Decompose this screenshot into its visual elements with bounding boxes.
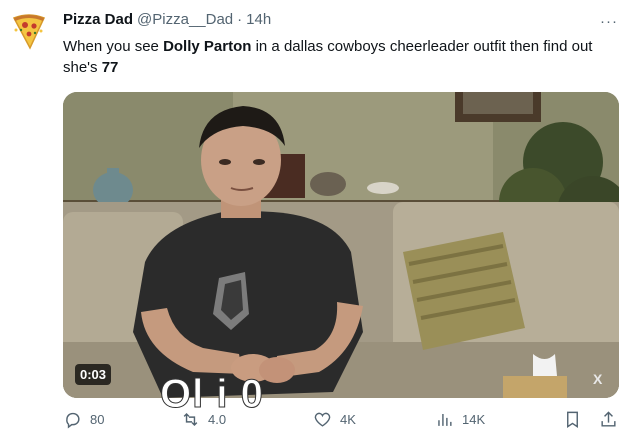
- video-frame: X: [63, 92, 619, 398]
- bookmark-icon: [567, 411, 578, 428]
- author-name[interactable]: Pizza Dad: [63, 11, 133, 28]
- views-count: 14K: [462, 412, 486, 427]
- share-icon: [601, 411, 616, 427]
- author-handle[interactable]: @Pizza__Dad: [137, 11, 233, 28]
- video-player[interactable]: X: [63, 92, 619, 398]
- svg-text:X: X: [593, 371, 603, 387]
- retweet-icon: [183, 412, 198, 427]
- reply-count: 80: [90, 412, 105, 427]
- tweet-text-bold: Dolly Parton: [163, 38, 252, 55]
- avatar[interactable]: [8, 10, 50, 52]
- more-icon: ···: [600, 12, 618, 30]
- tweet-text-bold: 77: [101, 59, 119, 76]
- retweet-button[interactable]: 4.0: [181, 410, 226, 429]
- video-duration-badge: 0:03: [75, 364, 112, 385]
- views-icon: [438, 413, 452, 426]
- more-options-button[interactable]: ···: [596, 12, 622, 30]
- share-button[interactable]: [599, 410, 618, 429]
- views-button[interactable]: 14K: [435, 410, 485, 429]
- timestamp[interactable]: 14h: [246, 11, 271, 28]
- like-count: 4K: [340, 412, 356, 427]
- retweet-count: 4.0: [208, 412, 227, 427]
- bookmark-button[interactable]: [563, 410, 582, 429]
- reply-button[interactable]: 80: [63, 410, 104, 429]
- tweet-header: Pizza Dad @Pizza__Dad · 14h: [63, 11, 271, 28]
- tweet-card[interactable]: Pizza Dad @Pizza__Dad · 14h ··· When you…: [0, 0, 634, 442]
- action-bar: 80 4.0 4K 14K: [63, 410, 623, 436]
- heart-icon: [314, 412, 331, 427]
- tweet-text: When you see Dolly Parton in a dallas co…: [63, 36, 618, 78]
- tweet-text-part: When you see: [63, 38, 164, 55]
- separator-dot: ·: [237, 11, 243, 28]
- pizza-slice-icon: [12, 14, 46, 50]
- like-button[interactable]: 4K: [313, 410, 356, 429]
- reply-icon: [66, 412, 80, 429]
